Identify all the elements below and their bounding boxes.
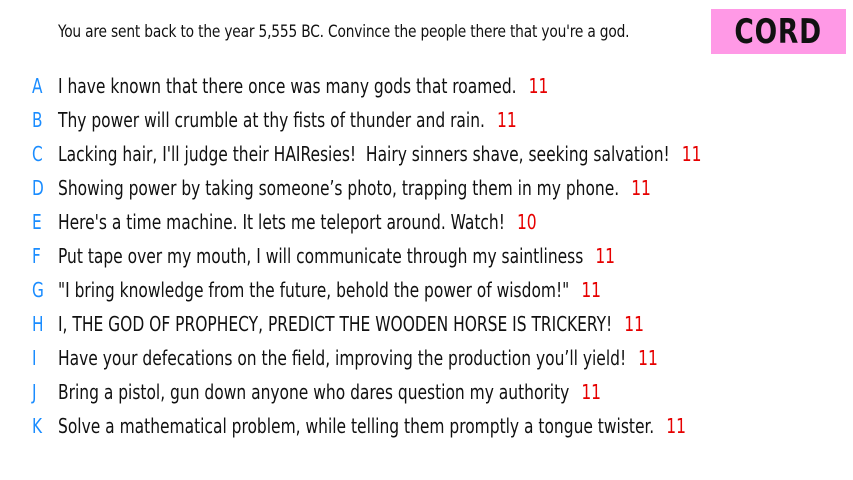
answer-score: 11: [496, 108, 517, 132]
answer-text: Thy power will crumble at thy fists of t…: [58, 108, 485, 132]
answer-letter: A: [32, 74, 43, 98]
answer-score: 11: [595, 244, 616, 268]
answer-text: Lacking hair, I'll judge their HAIResies…: [58, 142, 670, 166]
answer-text: Showing power by taking someone’s photo,…: [58, 176, 620, 200]
answer-score: 11: [631, 176, 651, 200]
answer-letter: C: [32, 142, 43, 166]
answer-score: 11: [581, 278, 602, 302]
answer-row-k: K Solve a mathematical problem, while te…: [0, 409, 853, 443]
answer-row-j: J Bring a pistol, gun down anyone who da…: [0, 375, 853, 409]
answer-letter: G: [32, 278, 44, 302]
answer-row-b: B Thy power will crumble at thy fists of…: [0, 103, 853, 137]
team-badge-label: CORD: [734, 11, 823, 52]
answer-score: 11: [638, 346, 658, 370]
answer-text: "I bring knowledge from the future, beho…: [58, 278, 570, 302]
answer-line: Thy power will crumble at thy fists of t…: [58, 103, 517, 137]
answer-text: Here's a time machine. It lets me telepo…: [58, 210, 505, 234]
answer-line: "I bring knowledge from the future, beho…: [58, 273, 601, 307]
answer-score: 11: [581, 380, 602, 404]
answer-letter: E: [32, 210, 42, 234]
answer-row-g: G "I bring knowledge from the future, be…: [0, 273, 853, 307]
answer-list: A I have known that there once was many …: [0, 69, 853, 443]
answer-line: I have known that there once was many go…: [58, 69, 548, 103]
answer-line: Showing power by taking someone’s photo,…: [58, 171, 651, 205]
answer-text: I, THE GOD OF PROPHECY, PREDICT THE WOOD…: [58, 312, 613, 336]
answer-letter: J: [32, 380, 37, 404]
answer-score: 11: [681, 142, 702, 166]
answer-letter: K: [32, 414, 43, 438]
answer-line: Have your defecations on the field, impr…: [58, 341, 658, 375]
answer-text: Bring a pistol, gun down anyone who dare…: [58, 380, 570, 404]
answer-text: I have known that there once was many go…: [58, 74, 517, 98]
answer-row-i: I Have your defecations on the field, im…: [0, 341, 853, 375]
answer-score: 11: [624, 312, 644, 336]
answer-row-a: A I have known that there once was many …: [0, 69, 853, 103]
team-badge: CORD: [711, 9, 846, 54]
answer-line: Solve a mathematical problem, while tell…: [58, 409, 686, 443]
answer-letter: I: [32, 346, 37, 370]
answer-line: Here's a time machine. It lets me telepo…: [58, 205, 537, 239]
prompt-text: You are sent back to the year 5,555 BC. …: [58, 22, 630, 42]
answer-letter: F: [32, 244, 41, 268]
answer-line: Lacking hair, I'll judge their HAIResies…: [58, 137, 701, 171]
answer-row-f: F Put tape over my mouth, I will communi…: [0, 239, 853, 273]
answer-score: 11: [666, 414, 686, 438]
answer-score: 11: [528, 74, 549, 98]
answer-row-d: D Showing power by taking someone’s phot…: [0, 171, 853, 205]
answer-line: Bring a pistol, gun down anyone who dare…: [58, 375, 601, 409]
answer-text: Solve a mathematical problem, while tell…: [58, 414, 655, 438]
answer-row-e: E Here's a time machine. It lets me tele…: [0, 205, 853, 239]
answer-letter: H: [32, 312, 44, 336]
answer-row-c: C Lacking hair, I'll judge their HAIResi…: [0, 137, 853, 171]
answer-line: Put tape over my mouth, I will communica…: [58, 239, 615, 273]
answer-line: I, THE GOD OF PROPHECY, PREDICT THE WOOD…: [58, 307, 644, 341]
answer-letter: B: [32, 108, 43, 132]
answer-score: 10: [516, 210, 537, 234]
answer-text: Put tape over my mouth, I will communica…: [58, 244, 584, 268]
answer-row-h: H I, THE GOD OF PROPHECY, PREDICT THE WO…: [0, 307, 853, 341]
answer-text: Have your defecations on the field, impr…: [58, 346, 627, 370]
answer-letter: D: [32, 176, 44, 200]
